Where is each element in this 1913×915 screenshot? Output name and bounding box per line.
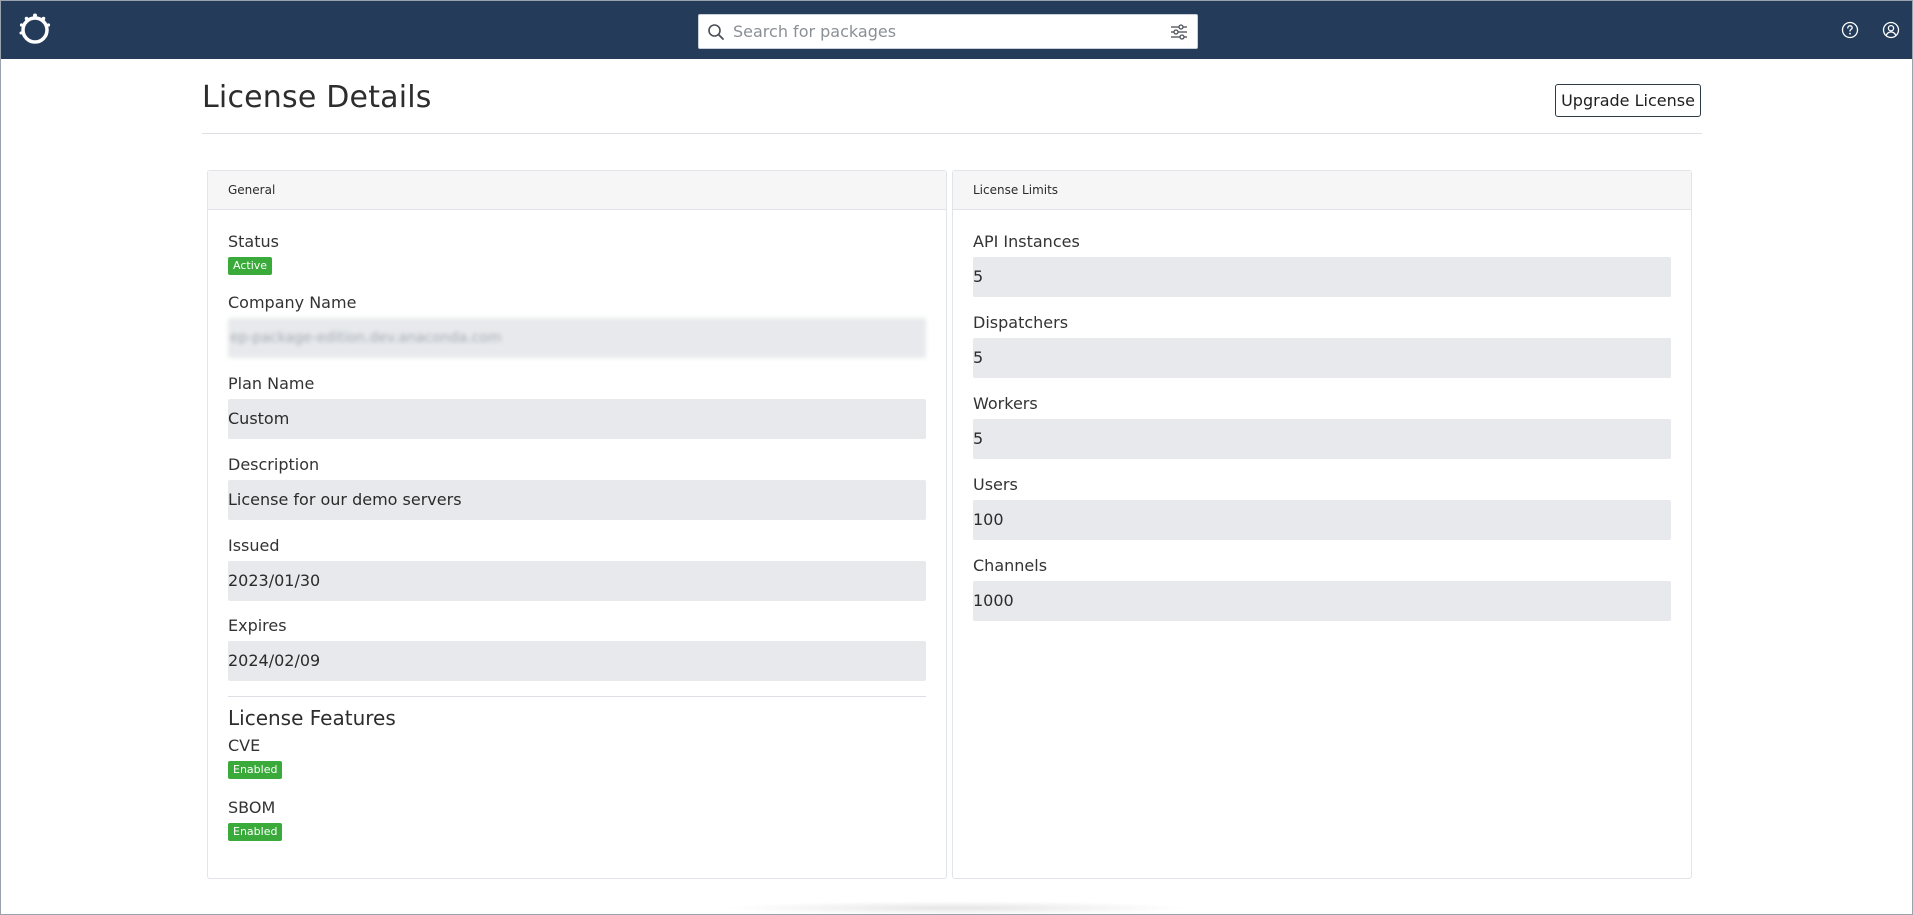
features-divider [228,696,926,697]
limit-channels: Channels 1000 [973,556,1671,621]
status-label: Status [228,232,279,251]
upgrade-license-button[interactable]: Upgrade License [1555,84,1701,117]
description-field: Description License for our demo servers [228,455,926,520]
feature-sbom: SBOM Enabled [228,798,926,841]
license-features-title: License Features [228,706,396,730]
user-account-icon[interactable] [1881,20,1901,40]
issued-label: Issued [228,536,280,555]
expires-value: 2024/02/09 [228,641,926,681]
plan-name-label: Plan Name [228,374,315,393]
bottom-shadow [721,901,1191,915]
workers-value: 5 [973,419,1671,459]
anaconda-logo-icon[interactable] [17,12,53,48]
limit-users: Users 100 [973,475,1671,540]
limit-api-instances: API Instances 5 [973,232,1671,297]
feature-sbom-badge: Enabled [228,823,283,841]
company-name-field: Company Name ep-package-edition.dev.anac… [228,293,926,358]
dispatchers-value: 5 [973,338,1671,378]
api-instances-label: API Instances [973,232,1080,251]
limit-workers: Workers 5 [973,394,1671,459]
company-name-label: Company Name [228,293,357,312]
api-instances-value: 5 [973,257,1671,297]
description-label: Description [228,455,320,474]
channels-value: 1000 [973,581,1671,621]
plan-name-value: Custom [228,399,926,439]
license-limits-card: License Limits API Instances 5 Dispatche… [952,170,1692,879]
dispatchers-label: Dispatchers [973,313,1069,332]
search-input[interactable] [733,16,1161,47]
package-search-box [698,14,1198,49]
company-name-value: ep-package-edition.dev.anaconda.com [228,318,926,358]
description-value: License for our demo servers [228,480,926,520]
issued-field: Issued 2023/01/30 [228,536,926,601]
general-card: General Status Active Company Name ep-pa… [207,170,947,879]
page-title: License Details [202,80,432,115]
workers-label: Workers [973,394,1038,413]
limit-dispatchers: Dispatchers 5 [973,313,1671,378]
users-value: 100 [973,500,1671,540]
general-card-header: General [208,171,946,210]
plan-name-field: Plan Name Custom [228,374,926,439]
help-icon[interactable] [1840,20,1860,40]
expires-field: Expires 2024/02/09 [228,616,926,681]
status-field: Status Active [228,232,926,275]
channels-label: Channels [973,556,1048,575]
feature-sbom-label: SBOM [228,798,276,817]
top-navigation-bar [1,1,1912,59]
license-limits-card-header: License Limits [953,171,1691,210]
filter-sliders-icon[interactable] [1161,15,1197,48]
users-label: Users [973,475,1018,494]
feature-cve-badge: Enabled [228,761,283,779]
feature-cve: CVE Enabled [228,736,926,779]
header-divider [202,133,1702,134]
status-badge: Active [228,257,273,275]
feature-cve-label: CVE [228,736,261,755]
expires-label: Expires [228,616,287,635]
issued-value: 2023/01/30 [228,561,926,601]
search-icon [699,15,733,48]
